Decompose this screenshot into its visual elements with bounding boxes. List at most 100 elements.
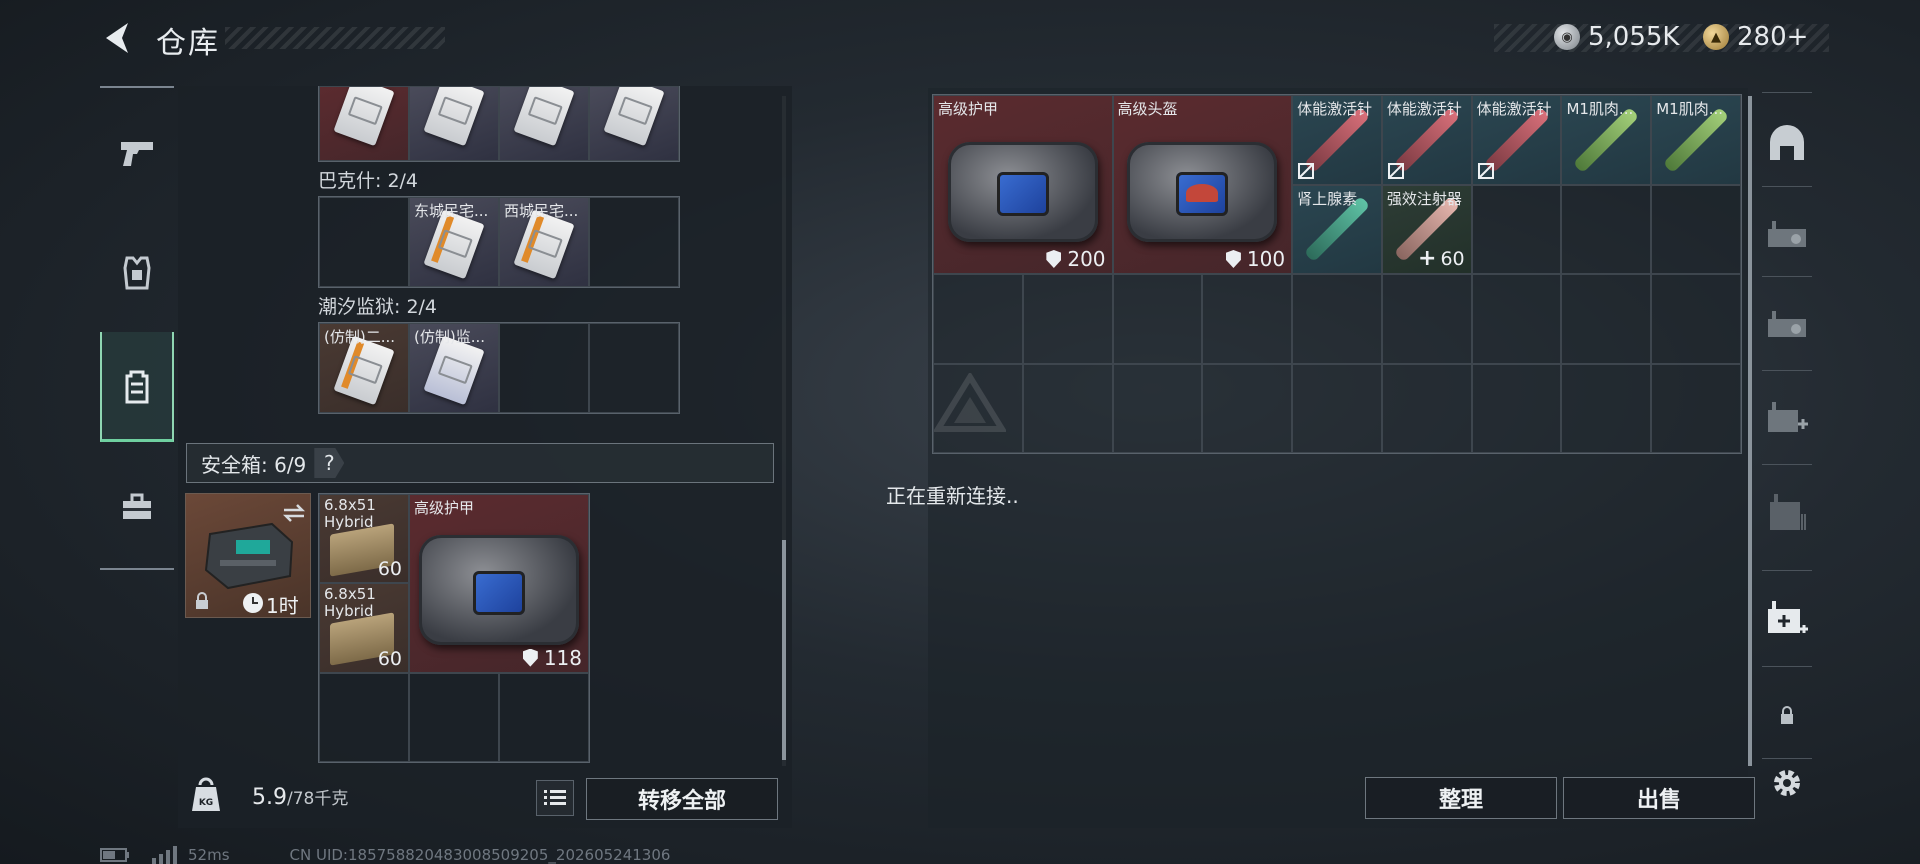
page-title: 仓库 [156, 26, 220, 61]
svg-text:KG: KG [199, 798, 213, 808]
durability-value: 118 [543, 645, 582, 670]
currency-gold[interactable]: ▲ 280+ [1703, 22, 1808, 52]
list-icon [544, 790, 566, 805]
keycard-slot[interactable]: (仿制)二... [319, 323, 409, 413]
empty-slot[interactable] [1561, 363, 1652, 453]
secure-case-icon [204, 522, 294, 590]
list-view-button[interactable] [536, 780, 574, 816]
stim-slot[interactable]: 体能激活针 [1381, 95, 1472, 185]
keycard-slot[interactable]: 东城民宅... [409, 197, 499, 287]
empty-slot[interactable] [589, 323, 679, 413]
keycard-icon [423, 87, 485, 146]
empty-slot[interactable] [1022, 363, 1113, 453]
plus-icon: + [1418, 246, 1437, 271]
stim-slot[interactable]: 肾上腺素 [1292, 184, 1382, 274]
empty-slot[interactable] [1471, 274, 1562, 364]
empty-slot[interactable] [1651, 184, 1741, 274]
uid-text: CN UID:18575882048300850920​5_2026052413… [289, 846, 671, 864]
empty-slot[interactable] [1561, 184, 1652, 274]
transfer-all-button[interactable]: 转移全部 [586, 778, 778, 820]
stim-slot[interactable]: 强效注射器 + 60 [1381, 184, 1472, 274]
pouch-slot-button[interactable] [1764, 396, 1810, 442]
battery-icon [100, 848, 129, 862]
item-label: 6.8x51 Hybrid [324, 497, 376, 531]
empty-slot[interactable] [1381, 274, 1472, 364]
empty-slot[interactable] [589, 197, 679, 287]
keycard-slot[interactable] [499, 86, 589, 161]
empty-slot[interactable] [1651, 274, 1741, 364]
empty-slot[interactable] [933, 363, 1023, 453]
divider [1762, 758, 1812, 759]
backpack-grid: 高级护甲 200 高级头盔 100 体能激活针 体能激活针 体能激活针 M1肌肉… [932, 94, 1742, 454]
sell-button[interactable]: 出售 [1563, 777, 1755, 819]
empty-slot[interactable] [1651, 363, 1741, 453]
empty-slot[interactable] [499, 672, 589, 762]
pistol-icon [121, 142, 153, 166]
keycard-slot[interactable] [409, 86, 499, 161]
empty-slot[interactable] [1561, 274, 1652, 364]
empty-slot[interactable] [319, 197, 409, 287]
empty-slot[interactable] [933, 274, 1023, 364]
backpack-scrollbar[interactable] [1748, 96, 1752, 766]
empty-slot[interactable] [1202, 363, 1293, 453]
currency-silver: ◉ 5,055K [1554, 22, 1679, 52]
vest-slot-button[interactable] [1764, 212, 1810, 258]
settings-button[interactable] [1764, 760, 1810, 806]
back-button[interactable] [98, 16, 138, 60]
case-slot-button[interactable] [1764, 490, 1810, 536]
stash-scrollbar-thumb[interactable] [782, 540, 786, 760]
armor-panel [996, 171, 1049, 216]
pouch-add-icon [1768, 402, 1808, 432]
safe-box-container[interactable]: 1时 [185, 493, 311, 618]
lock-toggle-button[interactable] [1764, 692, 1810, 738]
empty-slot[interactable] [1471, 363, 1562, 453]
ammo-slot[interactable]: 6.8x51 Hybrid 60 [319, 494, 409, 584]
empty-slot[interactable] [1471, 184, 1562, 274]
lock-icon [1781, 706, 1793, 724]
signal-icon [152, 846, 177, 864]
weight-readout: 5.9/78千克 [252, 784, 348, 810]
helmet-filter-button[interactable] [1764, 120, 1810, 166]
divider [1762, 370, 1812, 371]
empty-slot[interactable] [319, 672, 409, 762]
stim-slot[interactable]: M1肌肉... [1561, 95, 1652, 185]
stim-slot[interactable]: 体能激活针 [1292, 95, 1382, 185]
item-count-badge: + 60 [1418, 246, 1465, 271]
empty-slot[interactable] [1022, 274, 1113, 364]
item-label: 强效注射器 [1386, 189, 1462, 208]
help-button[interactable]: ? [314, 448, 345, 478]
tab-supplies[interactable] [100, 452, 174, 562]
add-container-button[interactable] [1764, 596, 1810, 642]
category-sidebar [100, 86, 174, 570]
empty-slot[interactable] [499, 323, 589, 413]
tab-equipment[interactable] [100, 218, 174, 328]
keycard-slot[interactable] [589, 86, 679, 161]
keycard-slot[interactable]: 西城民宅... [499, 197, 589, 287]
container-sidebar [1754, 86, 1820, 828]
tab-weapons[interactable] [100, 98, 174, 208]
empty-slot[interactable] [1292, 274, 1382, 364]
gear-icon [1774, 770, 1800, 796]
empty-slot[interactable] [1202, 274, 1293, 364]
empty-slot[interactable] [1112, 363, 1203, 453]
safe-box-label: 安全箱: 6/9 [201, 452, 307, 477]
lock-icon [196, 592, 208, 609]
divider [1762, 92, 1812, 93]
item-label: M1肌肉... [1566, 100, 1634, 118]
empty-slot[interactable] [409, 672, 499, 762]
keycard-slot[interactable]: (仿制)监... [409, 323, 499, 413]
vest-slot-button-2[interactable] [1764, 302, 1810, 348]
empty-slot[interactable] [1112, 274, 1203, 364]
ammo-slot[interactable]: 6.8x51 Hybrid 60 [319, 583, 409, 673]
stim-slot[interactable]: 体能激活针 [1471, 95, 1562, 185]
keycard-slot[interactable] [319, 86, 409, 161]
empty-slot[interactable] [1292, 363, 1382, 453]
stim-slot[interactable]: M1肌肉... [1651, 95, 1741, 185]
tab-backpack[interactable] [100, 332, 174, 442]
armor-slot[interactable]: 高级护甲 200 [933, 95, 1113, 274]
empty-slot[interactable] [1381, 363, 1472, 453]
helmet-slot[interactable]: 高级头盔 100 [1112, 95, 1293, 274]
armor-slot[interactable]: 高级护甲 118 [409, 494, 589, 673]
item-label: 6.8x51 Hybrid [324, 586, 376, 621]
sort-button[interactable]: 整理 [1365, 777, 1557, 819]
